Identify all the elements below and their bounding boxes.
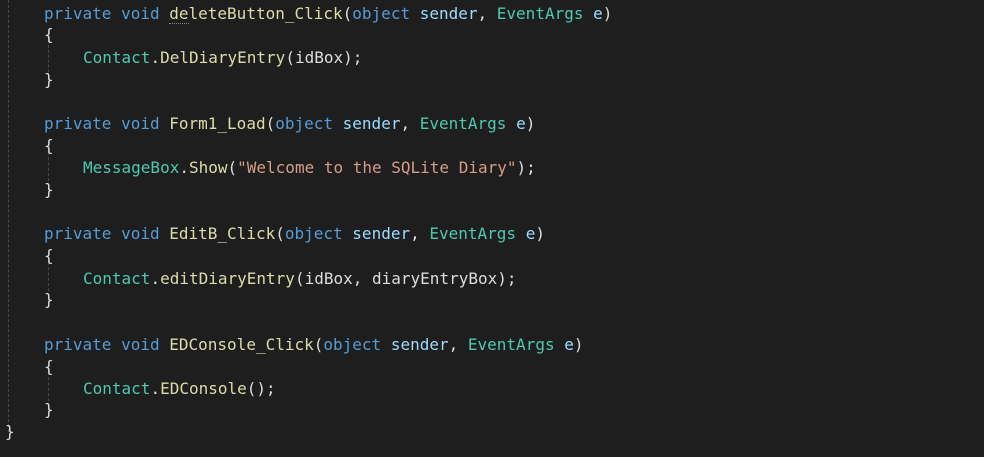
call-suffix: ); (497, 269, 517, 288)
param-type-object: object (284, 224, 343, 243)
close-brace-4: } (44, 400, 54, 419)
call-suffix: ); (516, 158, 536, 177)
string-literal: "Welcome to the SQLite Diary" (237, 158, 517, 177)
class-contact: Contact (83, 48, 151, 67)
param-type-object: object (323, 335, 382, 354)
close-brace-1: } (44, 70, 54, 89)
param-e: e (564, 335, 574, 354)
method-name: EditB_Click (169, 224, 276, 243)
method-call: Show (188, 158, 228, 177)
code-line-method-2-body[interactable]: MessageBox.Show("Welcome to the SQLite D… (83, 157, 536, 179)
method-name: Form1_Load (169, 114, 266, 133)
close-brace-3: } (44, 290, 54, 309)
keyword-private: private (44, 4, 112, 23)
param-sender: sender (342, 114, 401, 133)
code-line-method-3-signature[interactable]: private void EditB_Click(object sender, … (44, 223, 545, 245)
code-line-method-3-body[interactable]: Contact.editDiaryEntry(idBox, diaryEntry… (83, 268, 517, 290)
code-line-method-4-signature[interactable]: private void EDConsole_Click(object send… (44, 334, 584, 356)
method-call: editDiaryEntry (160, 269, 295, 288)
call-args: idBox, diaryEntryBox (304, 269, 498, 288)
call-suffix: ); (256, 379, 276, 398)
keyword-private: private (44, 114, 112, 133)
param-type-eventargs: EventArgs (496, 4, 584, 23)
param-sender: sender (352, 224, 411, 243)
code-line-method-1-body[interactable]: Contact.DelDiaryEntry(idBox); (83, 47, 362, 69)
keyword-private: private (44, 335, 112, 354)
param-type-eventargs: EventArgs (467, 335, 555, 354)
class-messagebox: MessageBox (83, 158, 180, 177)
param-e: e (593, 4, 603, 23)
param-type-eventargs: EventArgs (419, 114, 507, 133)
indent-guide-outer (8, 0, 9, 432)
open-brace-2: { (44, 136, 54, 155)
call-suffix: ); (343, 48, 363, 67)
method-name-part: de (169, 4, 189, 24)
param-type-object: object (275, 114, 334, 133)
keyword-void: void (121, 4, 160, 23)
class-contact: Contact (83, 379, 151, 398)
param-type-eventargs: EventArgs (429, 224, 517, 243)
code-editor[interactable]: private void deleteButton_Click(object s… (0, 0, 984, 457)
open-brace-1: { (44, 25, 54, 44)
method-call: EDConsole (160, 379, 247, 398)
class-close-brace: } (5, 422, 15, 441)
param-sender: sender (390, 335, 449, 354)
param-type-object: object (352, 4, 411, 23)
code-line-method-2-signature[interactable]: private void Form1_Load(object sender, E… (44, 113, 535, 135)
param-sender: sender (419, 4, 478, 23)
open-brace-4: { (44, 357, 54, 376)
keyword-private: private (44, 224, 112, 243)
close-brace-2: } (44, 180, 54, 199)
code-line-method-4-body[interactable]: Contact.EDConsole(); (83, 378, 276, 400)
code-line-method-1-signature[interactable]: private void deleteButton_Click(object s… (44, 3, 612, 25)
method-call: DelDiaryEntry (160, 48, 286, 67)
keyword-void: void (121, 114, 160, 133)
class-contact: Contact (83, 269, 151, 288)
open-brace-3: { (44, 246, 54, 265)
param-e: e (525, 224, 536, 243)
call-args: idBox (294, 48, 344, 67)
method-name: EDConsole_Click (169, 335, 314, 354)
keyword-void: void (121, 335, 160, 354)
keyword-void: void (121, 224, 160, 243)
method-name: leteButton_Click (188, 4, 343, 23)
param-e: e (516, 114, 526, 133)
